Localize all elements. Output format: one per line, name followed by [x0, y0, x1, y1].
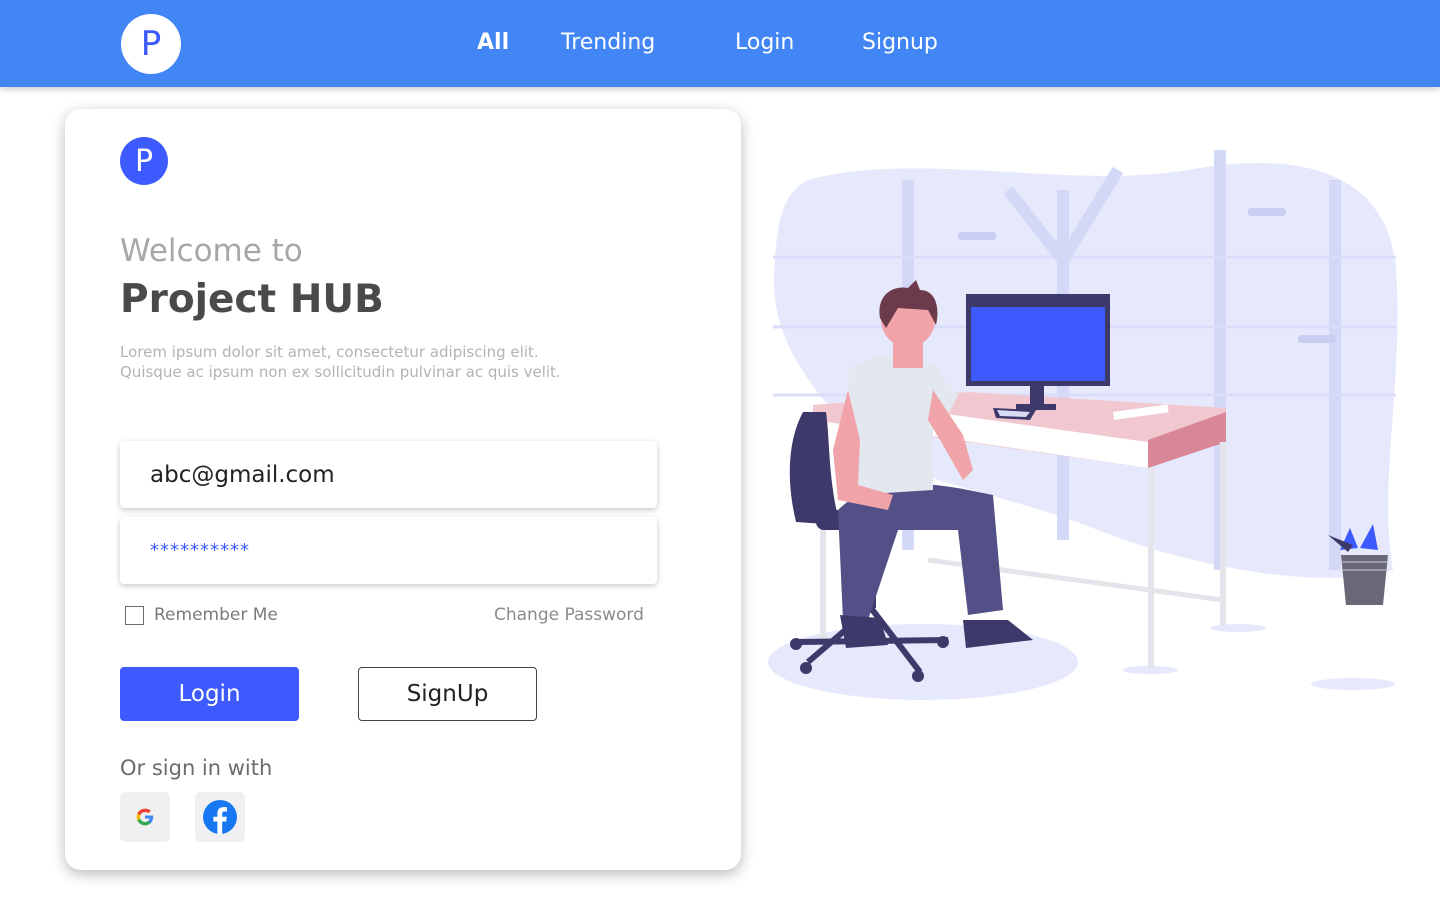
- or-sign-in-label: Or sign in with: [120, 756, 273, 780]
- nav-item-signup[interactable]: Signup: [862, 30, 938, 55]
- nav-item-all[interactable]: All: [477, 30, 509, 55]
- google-signin-button[interactable]: [120, 792, 170, 842]
- welcome-text: Welcome to: [120, 233, 303, 269]
- workspace-illustration: [768, 150, 1398, 700]
- checkbox-box[interactable]: [125, 605, 144, 625]
- description-line: Quisque ac ipsum non ex sollicitudin pul…: [120, 363, 561, 381]
- remember-me-checkbox[interactable]: Remember Me: [125, 605, 278, 625]
- facebook-icon: [203, 800, 237, 834]
- brand-logo[interactable]: P: [121, 14, 181, 74]
- password-field[interactable]: [120, 517, 657, 584]
- nav-item-trending[interactable]: Trending: [561, 30, 655, 55]
- email-field[interactable]: [120, 441, 657, 508]
- top-nav-bar: P All Trending Login Signup: [0, 0, 1440, 87]
- facebook-signin-button[interactable]: [195, 792, 245, 842]
- page-title: Project HUB: [120, 277, 384, 322]
- change-password-link[interactable]: Change Password: [494, 605, 644, 625]
- card-logo: P: [120, 137, 168, 185]
- chair-shadow: [768, 624, 1078, 700]
- description-line: Lorem ipsum dolor sit amet, consectetur …: [120, 343, 539, 361]
- signup-button[interactable]: SignUp: [358, 667, 537, 721]
- description-text: Lorem ipsum dolor sit amet, consectetur …: [120, 342, 620, 382]
- login-button[interactable]: Login: [120, 667, 299, 721]
- google-icon: [136, 808, 154, 826]
- nav-item-login[interactable]: Login: [735, 30, 794, 55]
- remember-me-label: Remember Me: [154, 605, 278, 625]
- login-card: P Welcome to Project HUB Lorem ipsum dol…: [65, 109, 741, 870]
